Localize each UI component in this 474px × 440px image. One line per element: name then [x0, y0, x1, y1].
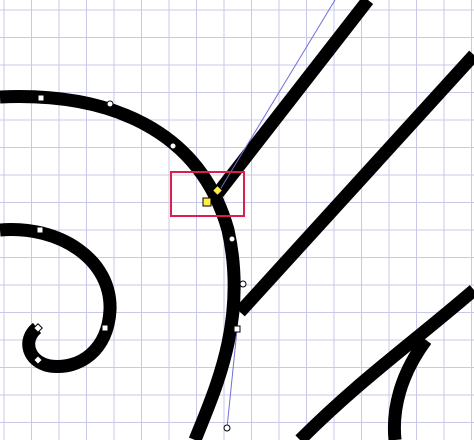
small-spiral-path[interactable] [0, 223, 117, 373]
square-node-handle[interactable] [233, 325, 241, 333]
square-node-handle[interactable] [36, 226, 44, 234]
square-node-handle[interactable] [37, 94, 45, 102]
short-diagonal-line[interactable] [212, 0, 374, 197]
bezier-control-handle[interactable] [106, 100, 114, 108]
bezier-control-handle[interactable] [228, 235, 236, 243]
long-diagonal-line[interactable] [235, 50, 474, 317]
vector-drawing [0, 0, 474, 440]
canvas-svg[interactable] [0, 0, 474, 440]
bezier-control-handle[interactable] [223, 424, 231, 432]
square-node-handle[interactable] [101, 324, 109, 332]
drawing-canvas[interactable] [0, 0, 474, 440]
guide-line-top [217, 0, 336, 194]
bezier-control-handle[interactable] [239, 280, 247, 288]
selected-node-handle[interactable] [202, 197, 212, 207]
bezier-control-handle[interactable] [169, 142, 177, 150]
large-arc-path[interactable] [0, 90, 241, 440]
